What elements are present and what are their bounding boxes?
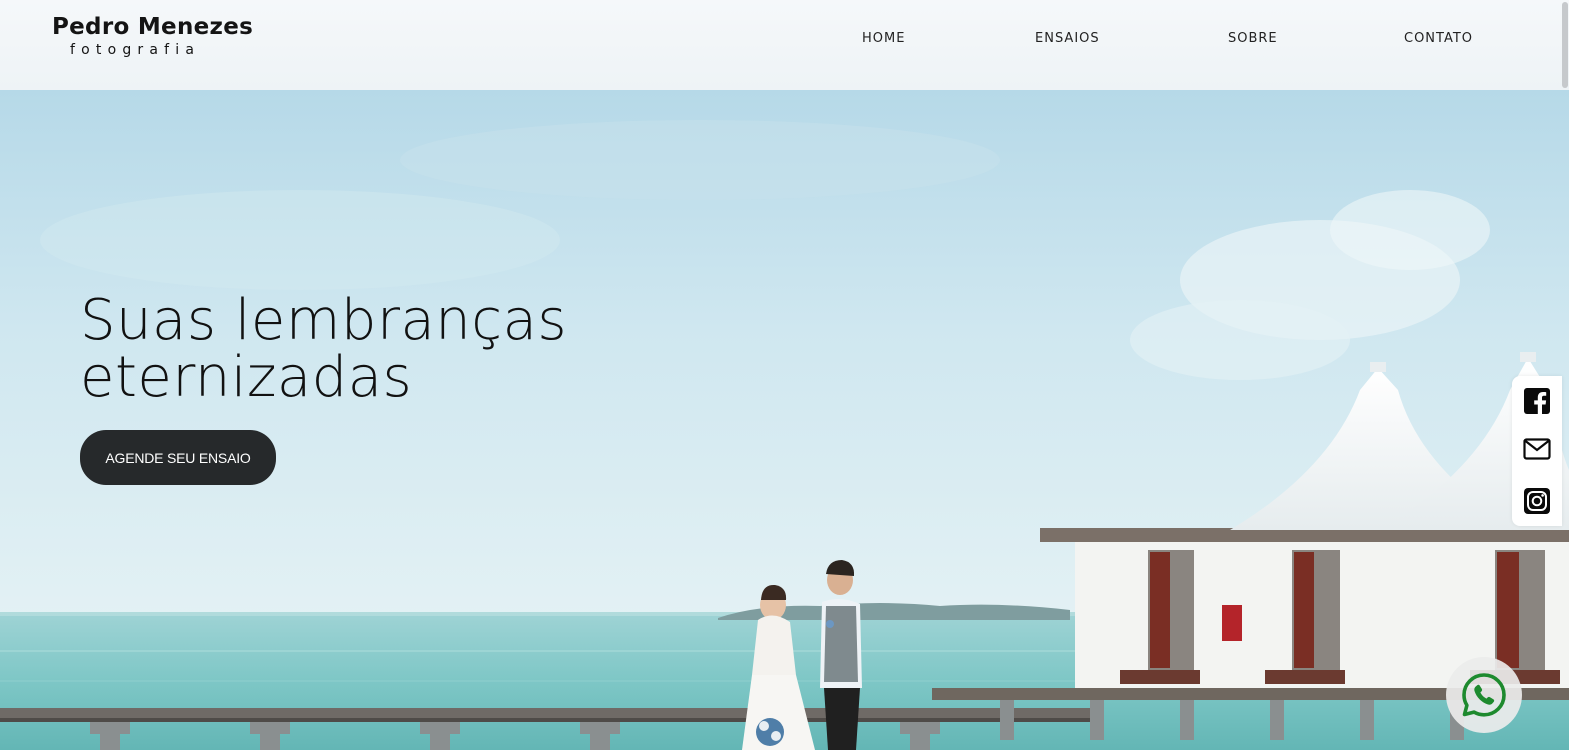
logo-tagline: fotografia: [70, 42, 201, 58]
page: Pedro Menezes fotografia HOME ENSAIOS SO…: [0, 0, 1569, 750]
instagram-icon[interactable]: [1523, 487, 1551, 515]
logo-name: Pedro Menezes: [52, 14, 254, 40]
hero-photo: [0, 90, 1569, 750]
site-header: Pedro Menezes fotografia HOME ENSAIOS SO…: [0, 0, 1569, 90]
mail-icon[interactable]: [1523, 435, 1551, 463]
hero-section: [0, 90, 1569, 750]
nav-contato[interactable]: CONTATO: [1404, 31, 1473, 47]
book-session-button[interactable]: AGENDE SEU ENSAIO: [80, 430, 276, 485]
hero-headline-line-2: eternizadas: [80, 345, 413, 410]
social-sidebar: [1512, 376, 1562, 526]
nav-sobre[interactable]: SOBRE: [1228, 31, 1278, 47]
whatsapp-button[interactable]: [1446, 657, 1522, 733]
whatsapp-icon: [1462, 673, 1506, 717]
site-logo[interactable]: Pedro Menezes fotografia: [52, 12, 253, 58]
page-scrollbar[interactable]: [1562, 2, 1568, 88]
nav-home[interactable]: HOME: [862, 31, 905, 47]
hero-headline-line-1: Suas lembranças: [80, 288, 568, 353]
facebook-icon[interactable]: [1523, 387, 1551, 415]
hero-headline: Suas lembranças eternizadas: [80, 292, 640, 406]
nav-ensaios[interactable]: ENSAIOS: [1035, 31, 1100, 47]
